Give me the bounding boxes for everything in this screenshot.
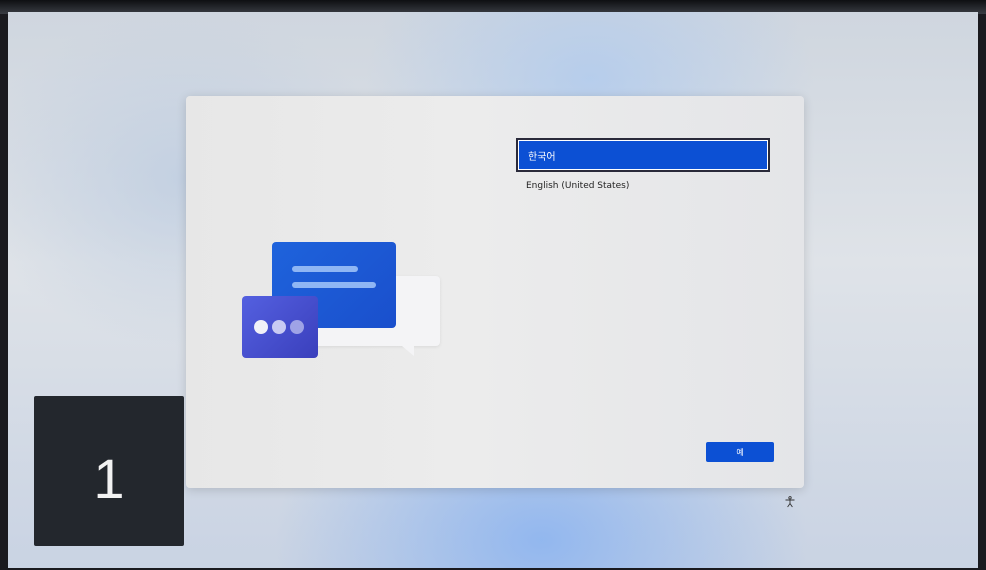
- typing-dot: [272, 320, 286, 334]
- typing-dot: [254, 320, 268, 334]
- language-option-english-us[interactable]: English (United States): [516, 176, 770, 196]
- bubble-text-line: [292, 282, 376, 288]
- accessibility-icon[interactable]: [784, 496, 796, 511]
- setup-dialog: 한국어 English (United States) 예: [186, 96, 804, 488]
- counter-number: 1: [93, 446, 125, 510]
- language-list: 한국어 English (United States): [516, 138, 770, 196]
- language-option-korean[interactable]: 한국어: [516, 138, 770, 172]
- back-speech-bubble-tail: [402, 346, 414, 356]
- typing-speech-bubble: [242, 296, 318, 358]
- language-option-label: English (United States): [526, 181, 630, 191]
- typing-dot: [290, 320, 304, 334]
- language-option-label: 한국어: [528, 151, 556, 163]
- bubble-text-line: [292, 266, 358, 272]
- counter-overlay: 1: [34, 396, 184, 546]
- accessibility-icon-glyph: [785, 496, 795, 508]
- chat-bubbles-illustration: [242, 242, 442, 362]
- yes-button[interactable]: 예: [706, 442, 774, 462]
